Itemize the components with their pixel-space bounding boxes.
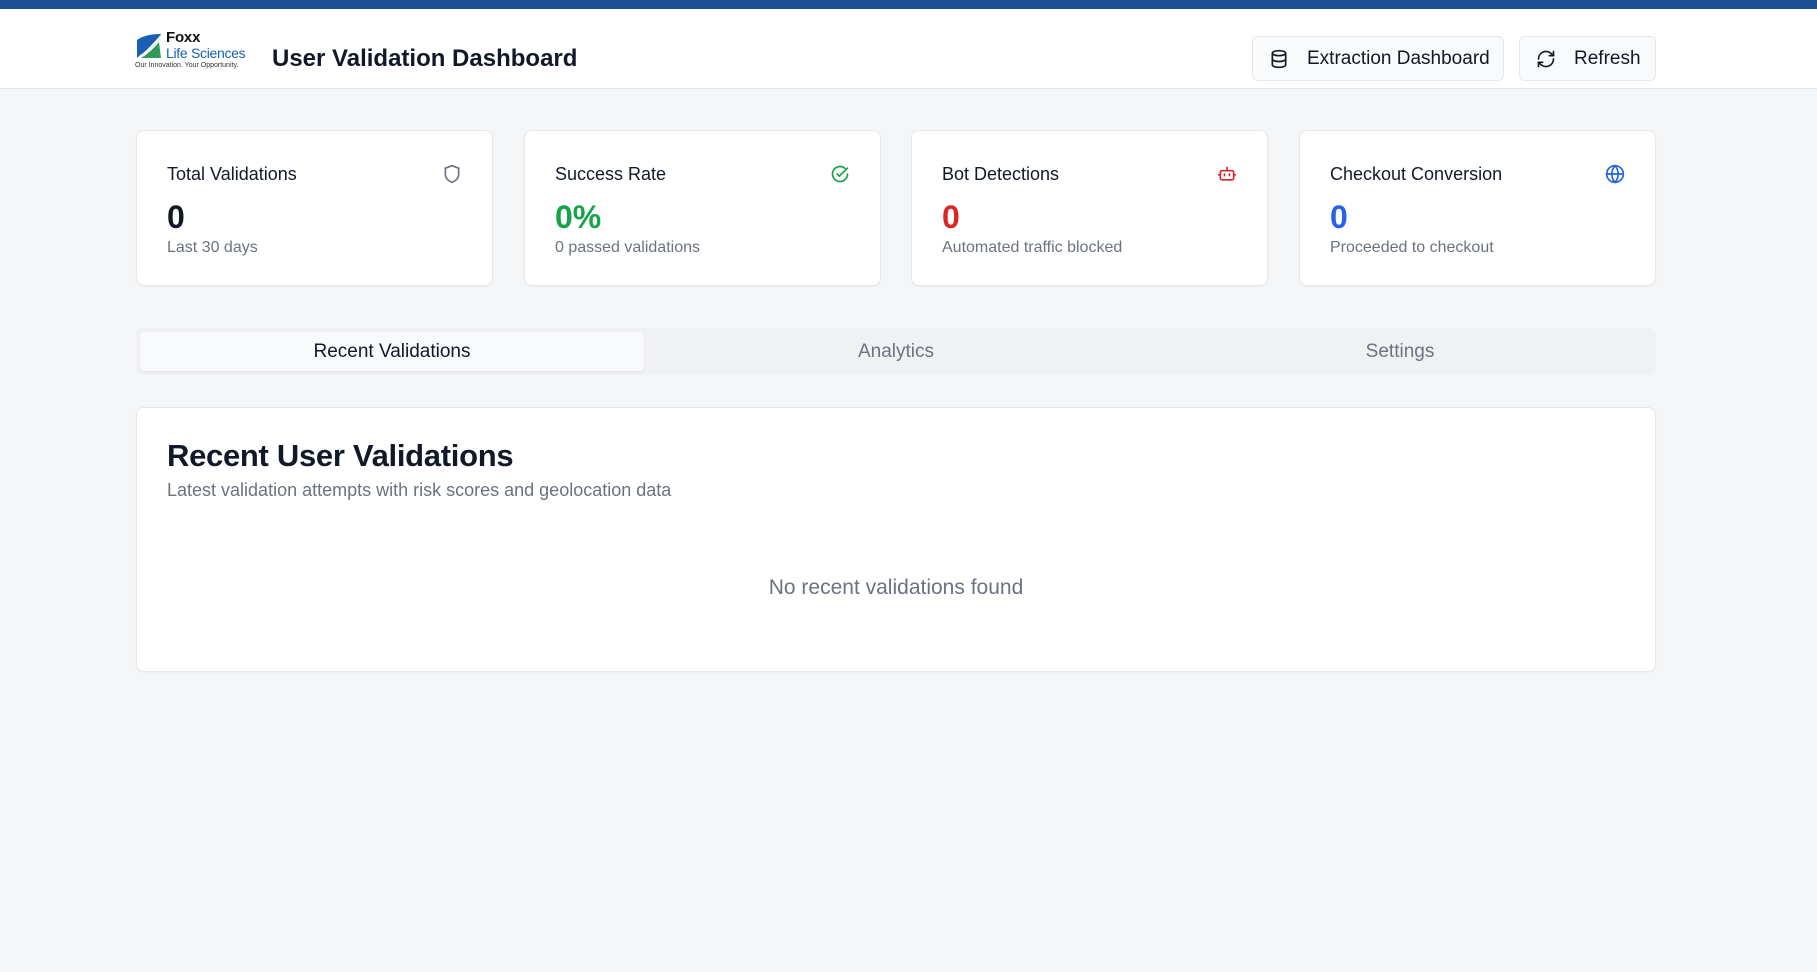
brand-name: Foxx — [166, 29, 201, 46]
stat-card-success-rate: Success Rate 0% 0 passed validations — [524, 130, 881, 286]
leaf-logo-icon — [135, 32, 163, 60]
shield-icon — [442, 164, 462, 184]
globe-icon — [1605, 164, 1625, 184]
check-circle-icon — [830, 164, 850, 184]
top-accent-strip — [0, 0, 1817, 9]
extraction-dashboard-button[interactable]: Extraction Dashboard — [1252, 36, 1504, 81]
brand-logo[interactable]: Foxx Life Sciences Our Innovation. Your … — [135, 30, 255, 70]
stat-value: 0 — [167, 199, 185, 235]
stat-title: Total Validations — [167, 164, 297, 184]
tab-bar: Recent Validations Analytics Settings — [136, 328, 1656, 375]
stat-value: 0 — [1330, 199, 1348, 235]
stat-subtitle: Proceeded to checkout — [1330, 239, 1494, 256]
stat-title: Bot Detections — [942, 164, 1060, 184]
empty-state-message: No recent validations found — [768, 576, 1024, 599]
brand-tagline: Our Innovation. Your Opportunity. — [135, 62, 239, 69]
app-header: Foxx Life Sciences Our Innovation. Your … — [0, 9, 1817, 89]
bot-icon — [1217, 164, 1237, 184]
stat-value: 0% — [555, 199, 602, 235]
stat-card-total-validations: Total Validations 0 Last 30 days — [136, 130, 493, 286]
stat-card-checkout-conversion: Checkout Conversion 0 Proceeded to check… — [1299, 130, 1656, 286]
page-title: User Validation Dashboard — [272, 45, 578, 72]
tab-analytics[interactable]: Analytics — [644, 332, 1148, 371]
stat-subtitle: 0 passed validations — [555, 239, 700, 256]
stat-card-bot-detections: Bot Detections 0 Automated traffic block… — [911, 130, 1268, 286]
brand-sub: Life Sciences — [166, 45, 246, 61]
stat-subtitle: Automated traffic blocked — [942, 239, 1123, 256]
refresh-button[interactable]: Refresh — [1519, 36, 1656, 81]
panel-title: Recent User Validations — [167, 438, 514, 473]
extraction-dashboard-label: Extraction Dashboard — [1307, 47, 1490, 69]
refresh-label: Refresh — [1574, 47, 1641, 69]
recent-validations-panel: Recent User Validations Latest validatio… — [136, 407, 1656, 672]
stat-value: 0 — [942, 199, 960, 235]
refresh-icon — [1536, 49, 1556, 69]
panel-subtitle: Latest validation attempts with risk sco… — [167, 480, 672, 500]
stat-subtitle: Last 30 days — [167, 239, 258, 256]
database-icon — [1269, 49, 1289, 69]
tab-settings[interactable]: Settings — [1148, 332, 1652, 371]
tab-recent-validations[interactable]: Recent Validations — [140, 332, 644, 371]
stat-title: Checkout Conversion — [1330, 164, 1503, 184]
stat-title: Success Rate — [555, 164, 667, 184]
